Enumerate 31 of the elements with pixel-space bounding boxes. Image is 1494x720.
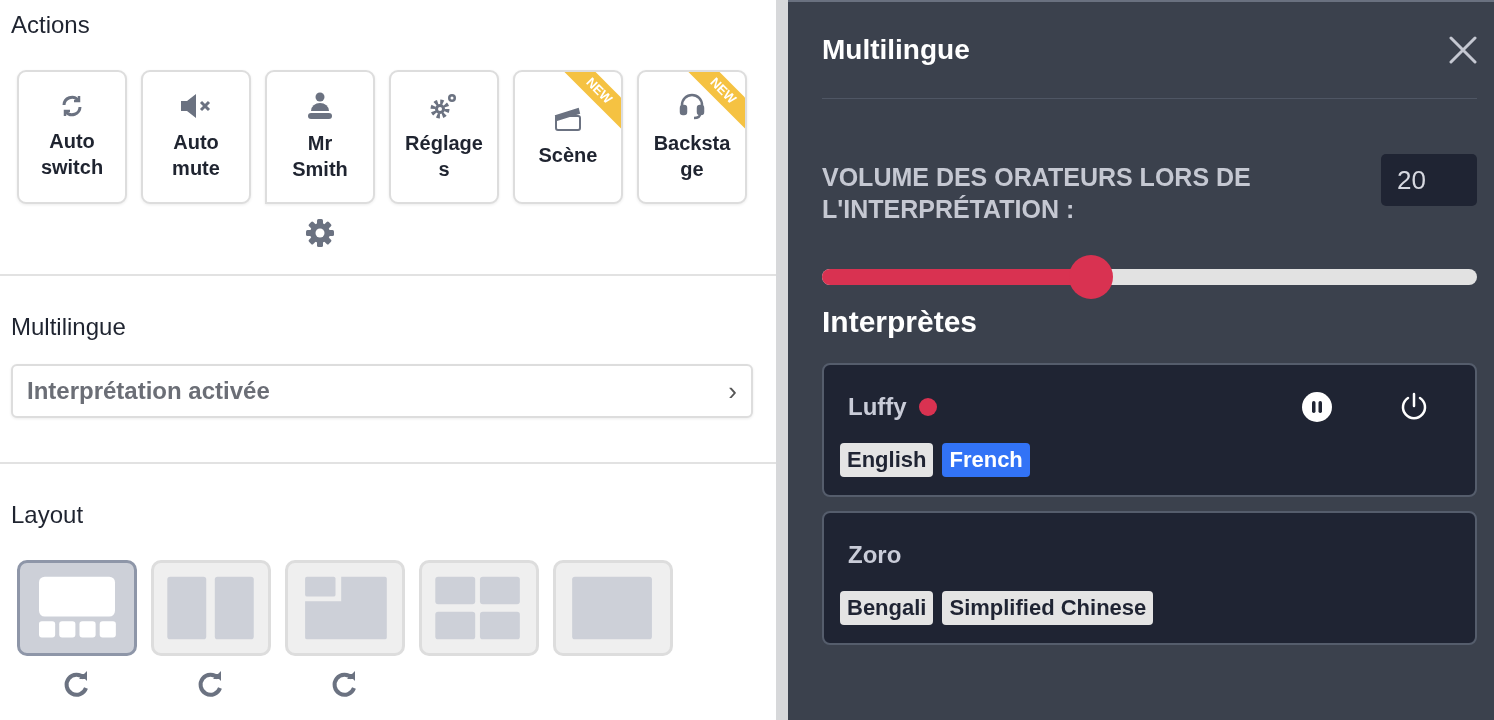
slider-thumb[interactable]	[1068, 255, 1113, 299]
refresh-icon	[60, 94, 84, 118]
language-tag[interactable]: English	[840, 443, 934, 477]
volume-input[interactable]: 20	[1381, 154, 1477, 206]
action-button[interactable]: Réglages	[389, 70, 499, 204]
interpretation-row[interactable]: Interprétation activée ›	[11, 364, 753, 418]
person-at-desk-icon	[307, 92, 333, 120]
pause-button[interactable]	[1301, 391, 1333, 423]
panel-title: Multilingue	[822, 34, 970, 66]
action-button[interactable]: Auto switch	[17, 70, 127, 204]
action-button[interactable]: Mr Smith	[265, 70, 375, 204]
settings-icon[interactable]	[305, 218, 335, 248]
language-tag[interactable]: French	[942, 443, 1030, 477]
section-title: Interprètes	[822, 305, 979, 339]
volume-slider[interactable]	[822, 255, 1477, 299]
power-button[interactable]	[1399, 392, 1429, 422]
gears-icon	[429, 92, 459, 120]
interpreter-name: Zoro	[848, 541, 902, 569]
close-button[interactable]	[1449, 36, 1477, 64]
headset-icon	[679, 92, 705, 120]
section-title: Layout	[11, 500, 85, 530]
muted-speaker-icon	[179, 93, 213, 119]
language-tag[interactable]: Bengali	[840, 591, 934, 625]
interpreter-name: Luffy	[848, 393, 907, 421]
action-button[interactable]: Auto mute	[141, 70, 251, 204]
clapperboard-icon	[554, 106, 582, 132]
layout-option[interactable]	[17, 560, 137, 656]
section-title: Multilingue	[11, 312, 127, 342]
section-title: Actions	[11, 10, 91, 40]
language-tag[interactable]: Simplified Chinese	[942, 591, 1154, 625]
volume-label: VOLUME DES ORATEURS LORS DE L'INTERPRÉTATION :	[822, 162, 1252, 225]
